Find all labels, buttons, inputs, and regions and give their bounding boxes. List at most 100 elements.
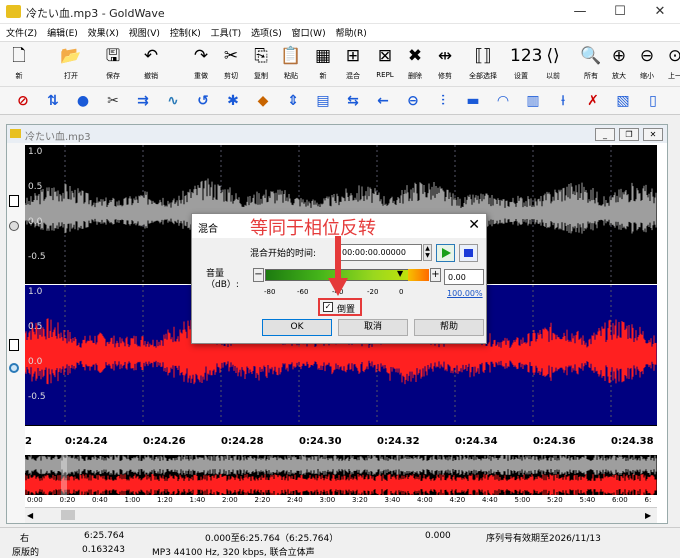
overview-tick: 3:20 (352, 496, 368, 504)
left-channel-radio[interactable] (9, 221, 19, 231)
timeline-tick: 0:24.26 (143, 436, 186, 447)
overview-track[interactable] (25, 455, 657, 495)
scroll-right-arrow-icon[interactable]: ▶ (645, 511, 651, 520)
effect-tool-icon[interactable]: ▧ (612, 90, 634, 112)
effect-tool-icon[interactable]: ⊖ (402, 90, 424, 112)
toolbar-label: 新 (319, 72, 327, 80)
toolbar-open-folder-button[interactable]: 📂 打开 (56, 42, 86, 87)
toolbar-zoom-in-button[interactable]: ⊕ 放大 (604, 42, 634, 87)
effect-tool-icon[interactable]: ▯ (642, 90, 664, 112)
cancel-button[interactable]: 取消 (338, 319, 408, 336)
effect-tool-icon[interactable]: ● (72, 90, 94, 112)
menu-options[interactable]: 选项(S) (245, 24, 282, 39)
toolbar-zoom-out-button[interactable]: ⊖ 缩小 (632, 42, 662, 87)
effect-tool-icon[interactable]: ◠ (492, 90, 514, 112)
effect-tool-icon[interactable]: ⇕ (282, 90, 304, 112)
toolbar-label: 删除 (408, 72, 422, 80)
document-close-button[interactable]: ✕ (643, 128, 663, 141)
left-channel-toggle[interactable] (9, 195, 19, 207)
effect-tool-icon[interactable]: ⟊ (552, 90, 574, 112)
effect-tool-icon[interactable]: ← (372, 90, 394, 112)
toolbar-paste-new-button[interactable]: ▦ 新 (308, 42, 338, 87)
volume-decrease-button[interactable]: − (253, 268, 264, 282)
axis-label: 1.0 (28, 287, 43, 297)
axis-label: -0.5 (28, 392, 46, 402)
menu-file[interactable]: 文件(Z) (0, 24, 37, 39)
scale-label: -60 (297, 288, 309, 296)
effect-tool-icon[interactable]: ✗ (582, 90, 604, 112)
toolbar-label: REPL (376, 71, 394, 79)
overview-tick: 0:20 (59, 496, 76, 504)
effect-tool-icon[interactable]: ⊘ (12, 90, 34, 112)
effect-tool-icon[interactable]: ⇅ (42, 90, 64, 112)
zoom-previous-icon: ⊙ (667, 46, 680, 66)
toolbar-new-file-button[interactable]: 🗋 新 (4, 42, 34, 87)
document-minimize-button[interactable]: _ (595, 128, 615, 141)
volume-slider-thumb[interactable]: ▼ (397, 269, 403, 278)
right-channel-toggle[interactable] (9, 339, 19, 351)
toolbar-paste-button[interactable]: 📋 粘贴 (276, 42, 306, 87)
effect-tool-icon[interactable]: ✱ (222, 90, 244, 112)
menu-help[interactable]: 帮助(R) (329, 24, 366, 39)
menu-view[interactable]: 视图(V) (123, 24, 160, 39)
help-button[interactable]: 帮助 (414, 319, 484, 336)
effect-tool-icon[interactable]: ✂ (102, 90, 124, 112)
overview-tick: 5:00 (514, 496, 531, 504)
toolbar-previous-button[interactable]: ⟨⟩ 以前 (538, 42, 568, 87)
minimize-button[interactable]: — (560, 0, 600, 24)
start-time-input[interactable]: 00:00:00.00000 (338, 244, 422, 261)
document-restore-button[interactable]: ❐ (619, 128, 639, 141)
play-button[interactable] (436, 244, 455, 262)
toolbar-undo-button[interactable]: ↶ 撤销 (136, 42, 166, 87)
toolbar-delete-button[interactable]: ✖ 删除 (400, 42, 430, 87)
effect-tool-icon[interactable]: ▤ (312, 90, 334, 112)
effect-tool-icon[interactable]: ∿ (162, 90, 184, 112)
close-button[interactable]: ✕ (640, 0, 680, 24)
volume-increase-button[interactable]: + (430, 268, 441, 282)
axis-label: 0.0 (28, 217, 43, 227)
set-icon: 123 (510, 46, 543, 66)
timeline-tick: 0:24.38 (611, 436, 654, 447)
scroll-left-arrow-icon[interactable]: ◀ (27, 511, 33, 520)
ok-button[interactable]: OK (262, 319, 332, 336)
percent-link[interactable]: 100.00% (447, 289, 483, 298)
right-channel-radio[interactable] (9, 363, 19, 373)
stop-button[interactable] (459, 244, 478, 262)
toolbar-mix-button[interactable]: ⊞ 混合 (338, 42, 368, 87)
effect-tool-icon[interactable]: ↺ (192, 90, 214, 112)
dialog-close-icon[interactable]: ✕ (468, 217, 480, 233)
horizontal-scrollbar[interactable]: ◀ ▶ (25, 507, 657, 523)
timeline-ruler[interactable]: 2 0:24.24 0:24.26 0:24.28 0:24.30 0:24.3… (25, 425, 657, 453)
effect-tool-icon[interactable]: ▬ (462, 90, 484, 112)
window-title: 冷たい血.mp3 - GoldWave (26, 7, 165, 20)
effect-tool-icon[interactable]: ⇆ (342, 90, 364, 112)
effect-tool-icon[interactable]: ⫶ (432, 90, 454, 112)
toolbar-zoom-all-button[interactable]: 🔍 所有 (576, 42, 606, 87)
toolbar-zoom-previous-button[interactable]: ⊙ 上一 (660, 42, 680, 87)
toolbar-trim-button[interactable]: ⇹ 修剪 (430, 42, 460, 87)
toolbar-redo-button[interactable]: ↷ 重做 (186, 42, 216, 87)
toolbar-select-all-button[interactable]: ⟦⟧ 全部选择 (468, 42, 498, 87)
menu-control[interactable]: 控制(K) (164, 24, 201, 39)
effect-tool-icon[interactable]: ▥ (522, 90, 544, 112)
volume-input[interactable]: 0.00 (444, 269, 484, 285)
toolbar-set-button[interactable]: 123 设置 (506, 42, 543, 87)
menu-edit[interactable]: 编辑(E) (41, 24, 78, 39)
scroll-thumb[interactable] (61, 510, 75, 520)
menu-tools[interactable]: 工具(T) (205, 24, 242, 39)
menu-bar: 文件(Z) 编辑(E) 效果(X) 视图(V) 控制(K) 工具(T) 选项(S… (0, 24, 680, 41)
open-folder-icon: 📂 (60, 46, 82, 66)
start-time-spinner[interactable]: ▲ ▼ (423, 244, 432, 261)
menu-effects[interactable]: 效果(X) (82, 24, 119, 39)
toolbar-save-button[interactable]: 🖫 保存 (98, 42, 128, 87)
menu-window[interactable]: 窗口(W) (286, 24, 326, 39)
effect-tool-icon[interactable]: ⇉ (132, 90, 154, 112)
invert-checkbox[interactable]: ✓ (323, 302, 333, 312)
effect-tool-icon[interactable]: ◆ (252, 90, 274, 112)
maximize-button[interactable]: ☐ (600, 0, 640, 24)
zoom-out-icon: ⊖ (639, 46, 655, 66)
toolbar-cut-button[interactable]: ✂ 剪切 (216, 42, 246, 87)
toolbar-copy-button[interactable]: ⎘ 复制 (246, 42, 276, 87)
toolbar-replace-button[interactable]: ⊠ REPL (370, 42, 400, 87)
overview-position-marker[interactable] (61, 455, 67, 495)
